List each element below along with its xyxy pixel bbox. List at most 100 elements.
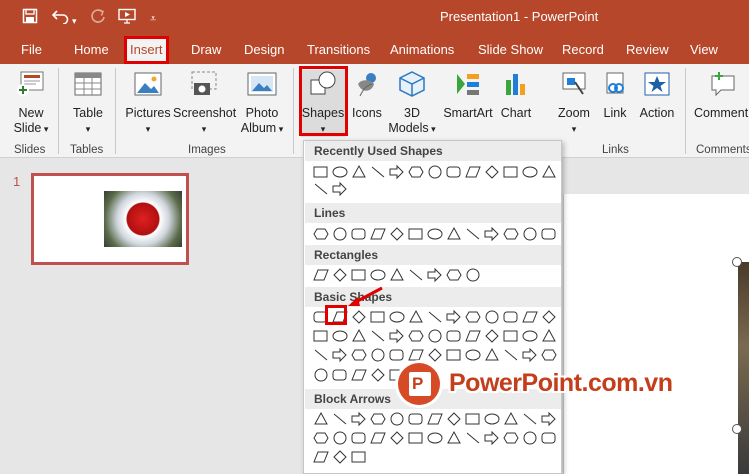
shape-option[interactable] — [390, 431, 404, 445]
action-button[interactable]: Action — [636, 70, 678, 121]
shape-option[interactable] — [333, 431, 347, 445]
shape-option[interactable] — [313, 330, 328, 342]
shape-option[interactable] — [408, 330, 424, 342]
shape-option[interactable] — [409, 269, 423, 281]
shape-option[interactable] — [484, 226, 499, 242]
shape-option[interactable] — [446, 269, 462, 281]
shape-option[interactable] — [522, 166, 538, 178]
tab-view[interactable]: View — [690, 36, 718, 64]
shape-option[interactable] — [351, 269, 366, 281]
shape-option[interactable] — [333, 227, 347, 241]
shape-option[interactable] — [427, 432, 443, 444]
shape-option[interactable] — [333, 268, 347, 282]
shape-option[interactable] — [446, 309, 461, 325]
shape-option[interactable] — [389, 349, 404, 361]
slide-canvas[interactable] — [563, 194, 749, 474]
tab-insert[interactable]: Insert — [124, 36, 169, 64]
customize-toolbar-icon[interactable]: ⩡ — [150, 10, 156, 28]
shape-option[interactable] — [465, 349, 481, 361]
shape-option[interactable] — [541, 411, 556, 427]
tab-animations[interactable]: Animations — [390, 36, 454, 64]
shape-option[interactable] — [503, 166, 518, 178]
shape-option[interactable] — [408, 432, 423, 444]
shape-option[interactable] — [313, 228, 329, 240]
shape-option[interactable] — [447, 430, 461, 444]
shape-option[interactable] — [466, 228, 480, 240]
shape-option[interactable] — [352, 328, 366, 342]
comment-button[interactable]: Comment — [694, 70, 749, 121]
undo-icon[interactable] — [51, 8, 70, 29]
shape-option[interactable] — [485, 310, 499, 324]
shape-option[interactable] — [523, 413, 537, 425]
new-slide-button[interactable]: New Slide ▾ — [8, 70, 54, 137]
shape-option[interactable] — [465, 330, 481, 342]
resize-handle-middle[interactable] — [732, 424, 742, 434]
shape-option[interactable] — [332, 330, 348, 342]
shape-option[interactable] — [522, 330, 538, 342]
shape-option[interactable] — [409, 309, 423, 323]
shape-option[interactable] — [466, 432, 480, 444]
pictures-button[interactable]: Pictures ▾ — [125, 70, 171, 137]
shape-option[interactable] — [313, 451, 329, 463]
shape-option[interactable] — [370, 413, 386, 425]
shape-option[interactable] — [446, 330, 461, 342]
shape-option[interactable] — [390, 227, 404, 241]
shape-option[interactable] — [465, 311, 481, 323]
photo-album-button[interactable]: Photo Album ▾ — [237, 70, 287, 137]
shape-option[interactable] — [313, 432, 329, 444]
shape-option[interactable] — [485, 165, 499, 179]
shape-option[interactable] — [351, 228, 366, 240]
screenshot-button[interactable]: Screenshot ▾ — [173, 70, 236, 137]
shape-option[interactable] — [504, 349, 518, 361]
shape-option[interactable] — [351, 349, 367, 361]
table-button[interactable]: Table ▾ — [67, 70, 109, 137]
icons-button[interactable]: Icons — [348, 70, 386, 121]
tab-design[interactable]: Design — [244, 36, 284, 64]
shape-option[interactable] — [370, 432, 386, 444]
shape-option[interactable] — [408, 349, 424, 361]
shape-option[interactable] — [523, 227, 537, 241]
shape-option[interactable] — [314, 349, 328, 361]
shape-option[interactable] — [408, 413, 423, 425]
shape-option[interactable] — [465, 166, 481, 178]
shape-option[interactable] — [465, 413, 480, 425]
shape-option[interactable] — [389, 164, 404, 180]
present-from-beginning-icon[interactable] — [118, 8, 136, 29]
shape-option[interactable] — [351, 411, 366, 427]
shape-option[interactable] — [352, 310, 366, 324]
shape-option[interactable] — [428, 329, 442, 343]
shape-option[interactable] — [427, 413, 443, 425]
shape-option[interactable] — [522, 311, 538, 323]
shape-option[interactable] — [447, 226, 461, 240]
shape-option[interactable] — [428, 165, 442, 179]
shape-option[interactable] — [522, 347, 537, 363]
flower-photo[interactable] — [738, 262, 749, 474]
shape-option[interactable] — [408, 228, 423, 240]
chart-button[interactable]: Chart — [497, 70, 535, 121]
shape-option[interactable] — [503, 432, 519, 444]
shape-option[interactable] — [541, 228, 556, 240]
tab-transitions[interactable]: Transitions — [307, 36, 370, 64]
shape-option[interactable] — [447, 412, 461, 426]
shape-option[interactable] — [542, 310, 556, 324]
tab-file[interactable]: File — [21, 36, 42, 64]
shape-option[interactable] — [408, 166, 424, 178]
shape-option[interactable] — [314, 183, 328, 195]
undo-dropdown-icon[interactable]: ▾ — [72, 12, 77, 30]
shape-option[interactable] — [446, 166, 461, 178]
shape-option[interactable] — [352, 164, 366, 178]
gallery-scrollbar[interactable] — [561, 141, 562, 474]
shape-option[interactable] — [314, 368, 328, 382]
shape-option[interactable] — [370, 311, 385, 323]
shape-option[interactable] — [523, 431, 537, 445]
shape-option[interactable] — [428, 311, 442, 323]
shape-option[interactable] — [389, 328, 404, 344]
shape-option[interactable] — [504, 411, 518, 425]
shape-option[interactable] — [503, 311, 518, 323]
smartart-button[interactable]: SmartArt — [442, 70, 494, 121]
shape-option[interactable] — [542, 164, 556, 178]
shape-option[interactable] — [371, 348, 385, 362]
tab-draw[interactable]: Draw — [191, 36, 221, 64]
tab-record[interactable]: Record — [562, 36, 604, 64]
shape-option[interactable] — [371, 166, 385, 178]
